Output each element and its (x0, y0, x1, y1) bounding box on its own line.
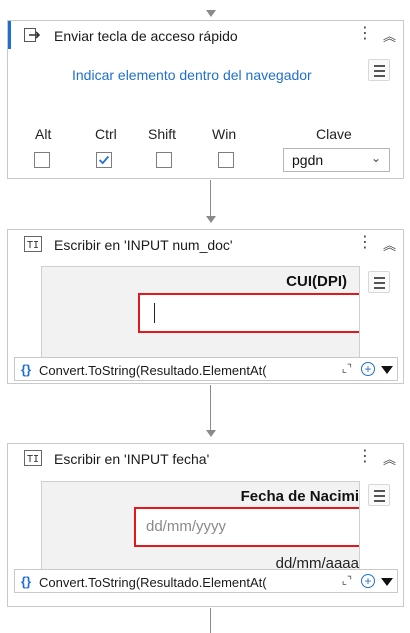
expression-text: Convert.ToString(Resultado.ElementAt( (39, 363, 267, 378)
menu-icon[interactable] (368, 271, 390, 293)
dropdown-arrow-icon[interactable] (381, 366, 393, 374)
top-arrow-icon (206, 10, 216, 17)
send-hotkey-icon (24, 28, 41, 42)
key-select[interactable]: pgdn ⌄ (283, 148, 390, 172)
menu-icon[interactable] (368, 59, 390, 81)
more-options-icon[interactable]: ⋮ (357, 25, 373, 43)
ctrl-checkbox[interactable] (96, 152, 112, 168)
svg-text:TI: TI (27, 454, 39, 465)
placeholder-text: dd/mm/yyyy (146, 518, 227, 535)
preview-field-label: CUI(DPI) (286, 273, 347, 290)
expression-text: Convert.ToString(Resultado.ElementAt( (39, 575, 267, 590)
modifier-label-win: Win (212, 126, 237, 142)
dropdown-arrow-icon[interactable] (381, 578, 393, 586)
variable-braces-icon: {} (21, 362, 32, 377)
element-preview[interactable]: Fecha de Nacimi dd/mm/yyyy dd/mm/aaaa (41, 481, 360, 576)
plus-circle-icon[interactable]: + (361, 574, 375, 588)
connector-arrow-icon (206, 216, 216, 223)
collapse-icon[interactable]: ︽ (383, 449, 396, 468)
selection-accent (8, 21, 11, 49)
text-expression-field[interactable]: {} Convert.ToString(Resultado.ElementAt(… (14, 569, 398, 593)
type-into-fecha-activity[interactable]: TI Escribir en 'INPUT fecha' ⋮ ︽ Fecha d… (7, 443, 404, 607)
menu-icon[interactable] (368, 484, 390, 506)
activity-title: Escribir en 'INPUT fecha' (54, 451, 210, 467)
activity-title: Enviar tecla de acceso rápido (54, 28, 238, 44)
type-into-num-doc-activity[interactable]: TI Escribir en 'INPUT num_doc' ⋮ ︽ CUI(D… (7, 229, 404, 384)
more-options-icon[interactable]: ⋮ (357, 234, 373, 252)
text-expression-field[interactable]: {} Convert.ToString(Resultado.ElementAt(… (14, 357, 398, 381)
text-cursor (154, 303, 155, 323)
expand-editor-icon[interactable]: ⌞⌝ (342, 574, 352, 587)
activity-title: Escribir en 'INPUT num_doc' (54, 237, 233, 253)
more-options-icon[interactable]: ⋮ (357, 448, 373, 466)
expand-editor-icon[interactable]: ⌞⌝ (342, 362, 352, 375)
sequence-connector (210, 385, 211, 430)
modifier-label-alt: Alt (35, 126, 52, 142)
plus-circle-icon[interactable]: + (361, 362, 375, 376)
sequence-connector (210, 180, 211, 216)
preview-highlighted-input: dd/mm/yyyy (134, 507, 359, 547)
shift-checkbox[interactable] (156, 152, 172, 168)
type-into-icon: TI (24, 450, 42, 466)
chevron-down-icon: ⌄ (370, 151, 381, 165)
modifier-label-ctrl: Ctrl (95, 126, 117, 142)
preview-field-label: Fecha de Nacimi (240, 488, 359, 505)
activity-header[interactable]: TI Escribir en 'INPUT num_doc' ⋮ ︽ (8, 230, 403, 258)
win-checkbox[interactable] (218, 152, 234, 168)
connector-arrow-icon (206, 430, 216, 437)
indicate-element-link[interactable]: Indicar elemento dentro del navegador (72, 67, 312, 83)
checkmark-icon (99, 155, 110, 165)
preview-highlighted-input (138, 293, 359, 333)
key-select-value: pgdn (292, 152, 324, 168)
collapse-icon[interactable]: ︽ (383, 235, 396, 254)
variable-braces-icon: {} (21, 574, 32, 589)
sequence-connector (210, 608, 211, 633)
alt-checkbox[interactable] (34, 152, 50, 168)
key-label: Clave (316, 126, 352, 142)
modifier-label-shift: Shift (148, 126, 177, 142)
activity-header[interactable]: Enviar tecla de acceso rápido ⋮ ︽ (8, 21, 403, 49)
send-hotkey-activity[interactable]: Enviar tecla de acceso rápido ⋮ ︽ Indica… (7, 20, 404, 179)
collapse-icon[interactable]: ︽ (383, 26, 396, 45)
type-into-icon: TI (24, 236, 42, 252)
activity-header[interactable]: TI Escribir en 'INPUT fecha' ⋮ ︽ (8, 444, 403, 472)
svg-text:TI: TI (27, 240, 39, 251)
